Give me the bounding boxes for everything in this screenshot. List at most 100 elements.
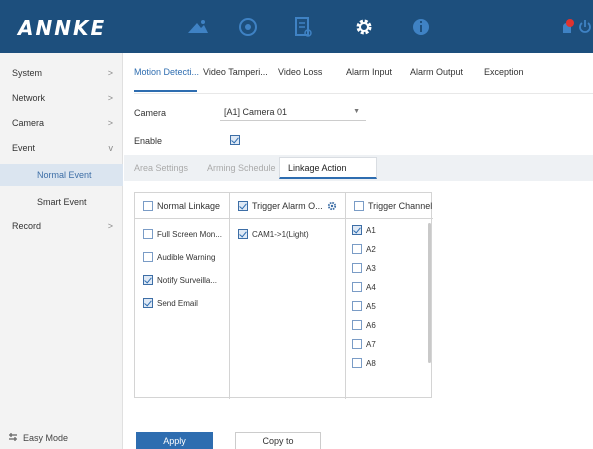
easy-mode-button[interactable]: Easy Mode	[8, 432, 68, 444]
checkbox[interactable]	[143, 298, 153, 308]
configuration-icon[interactable]	[352, 15, 376, 39]
normal-linkage-header[interactable]: Normal Linkage	[135, 193, 229, 219]
tab-exception[interactable]: Exception	[484, 67, 524, 89]
list-item-label: Notify Surveilla...	[157, 275, 218, 285]
list-item-audible-warning[interactable]: Audible Warning	[143, 252, 215, 262]
tab-area-settings[interactable]: Area Settings	[134, 163, 188, 173]
sidebar-item-label: Network	[12, 93, 46, 103]
list-item-label: A1	[366, 225, 376, 235]
gear-icon[interactable]	[327, 201, 337, 213]
tab-arming-schedule[interactable]: Arming Schedule	[207, 163, 276, 173]
playback-icon[interactable]	[236, 15, 260, 39]
power-icon[interactable]	[573, 15, 593, 39]
checkbox[interactable]	[143, 252, 153, 262]
sidebar-item-label: System	[12, 68, 43, 78]
sidebar-item-record[interactable]: Record >	[0, 215, 123, 237]
trigger-channel-select-all-checkbox[interactable]	[354, 200, 364, 211]
list-item-channel-a5[interactable]: A5	[352, 301, 376, 311]
column-header-label: Normal Linkage	[157, 200, 221, 211]
sidebar-item-label: Smart Event	[37, 197, 87, 207]
checkbox[interactable]	[352, 320, 362, 330]
tab-video-tampering[interactable]: Video Tamperi...	[203, 67, 268, 89]
checkbox[interactable]	[352, 358, 362, 368]
list-item-label: CAM1->1(Light)	[252, 229, 309, 239]
top-bar: ANNKE	[0, 0, 593, 53]
normal-linkage-select-all-checkbox[interactable]	[143, 200, 153, 211]
tab-linkage-action[interactable]: Linkage Action	[288, 163, 347, 173]
checkbox[interactable]	[352, 263, 362, 273]
checkbox[interactable]	[352, 301, 362, 311]
list-item-send-email[interactable]: Send Email	[143, 298, 198, 308]
easy-mode-icon	[8, 432, 18, 444]
list-item-channel-a6[interactable]: A6	[352, 320, 376, 330]
file-management-icon[interactable]	[291, 15, 315, 39]
list-item-channel-a2[interactable]: A2	[352, 244, 376, 254]
checkbox[interactable]	[352, 282, 362, 292]
list-item-notify-surveillance[interactable]: Notify Surveilla...	[143, 275, 217, 285]
checkbox[interactable]	[143, 229, 153, 239]
copy-to-button[interactable]: Copy to	[235, 432, 321, 449]
tab-divider	[134, 93, 593, 94]
tab-alarm-input[interactable]: Alarm Input	[346, 67, 392, 89]
sidebar-item-label: Normal Event	[37, 170, 92, 180]
chevron-right-icon: >	[107, 93, 113, 103]
list-item-label: A2	[366, 244, 376, 254]
list-item-label: A7	[366, 339, 376, 349]
list-item-channel-a4[interactable]: A4	[352, 282, 376, 292]
easy-mode-label: Easy Mode	[23, 433, 69, 443]
channel-scrollbar[interactable]	[428, 223, 431, 363]
tab-video-loss[interactable]: Video Loss	[278, 67, 322, 89]
list-item-label: A4	[366, 282, 376, 292]
list-item-label: A3	[366, 263, 376, 273]
trigger-alarm-column: Trigger Alarm O... CAM1->1(Light)	[230, 193, 345, 399]
tab-motion-detection[interactable]: Motion Detecti...	[134, 67, 199, 89]
dropdown-caret-icon: ▼	[353, 108, 360, 115]
list-item-label: Full Screen Mon...	[157, 229, 222, 239]
checkbox[interactable]	[352, 225, 362, 235]
checkbox[interactable]	[143, 275, 153, 285]
trigger-alarm-select-all-checkbox[interactable]	[238, 200, 248, 211]
checkbox[interactable]	[352, 244, 362, 254]
list-item-channel-a7[interactable]: A7	[352, 339, 376, 349]
camera-label: Camera	[134, 108, 167, 118]
sidebar-item-network[interactable]: Network >	[0, 87, 123, 109]
list-item-label: Send Email	[157, 298, 198, 308]
chevron-right-icon: >	[107, 68, 113, 78]
column-header-label: Trigger Channel	[368, 200, 433, 211]
sub-tab-bar: Area Settings Arming Schedule Linkage Ac…	[124, 155, 593, 181]
column-header-label: Trigger Alarm O...	[252, 200, 323, 211]
tab-alarm-output[interactable]: Alarm Output	[410, 67, 463, 89]
trigger-channel-header[interactable]: Trigger Channel	[346, 193, 433, 219]
sidebar-item-label: Event	[12, 143, 36, 153]
list-item-label: Audible Warning	[157, 252, 216, 262]
list-item-channel-a8[interactable]: A8	[352, 358, 376, 368]
checkbox[interactable]	[352, 339, 362, 349]
list-item-channel-a3[interactable]: A3	[352, 263, 376, 273]
enable-checkbox[interactable]	[230, 135, 240, 145]
normal-linkage-column: Normal Linkage Full Screen Mon... Audibl…	[135, 193, 229, 399]
checkbox[interactable]	[238, 229, 248, 239]
sidebar-item-event[interactable]: Event v	[0, 137, 123, 159]
apply-button[interactable]: Apply	[136, 432, 213, 449]
sidebar-item-normal-event[interactable]: Normal Event	[0, 164, 123, 186]
live-view-icon[interactable]	[186, 15, 210, 39]
maintenance-icon[interactable]	[409, 15, 433, 39]
list-item-cam1-light[interactable]: CAM1->1(Light)	[238, 229, 309, 239]
sidebar: System > Network > Camera > Event v Norm…	[0, 53, 123, 449]
sidebar-item-system[interactable]: System >	[0, 62, 123, 84]
list-item-label: A6	[366, 320, 376, 330]
list-item-channel-a1[interactable]: A1	[352, 225, 376, 235]
camera-select-value: [A1] Camera 01	[224, 106, 288, 117]
chevron-down-icon: v	[108, 143, 114, 153]
sidebar-item-label: Record	[12, 221, 42, 231]
list-item-label: A5	[366, 301, 376, 311]
sidebar-item-camera[interactable]: Camera >	[0, 112, 123, 134]
list-item-label: A8	[366, 358, 376, 368]
sidebar-item-smart-event[interactable]: Smart Event	[0, 191, 123, 213]
trigger-channel-column: Trigger Channel A1 A2 A3 A4 A5 A6 A7 A8	[346, 193, 433, 399]
linkage-panel: Normal Linkage Full Screen Mon... Audibl…	[134, 192, 433, 399]
camera-select[interactable]: [A1] Camera 01 ▼	[220, 103, 366, 121]
main-panel: Motion Detecti... Video Tamperi... Video…	[124, 53, 593, 449]
list-item-full-screen[interactable]: Full Screen Mon...	[143, 229, 222, 239]
active-tab-indicator	[134, 90, 197, 92]
